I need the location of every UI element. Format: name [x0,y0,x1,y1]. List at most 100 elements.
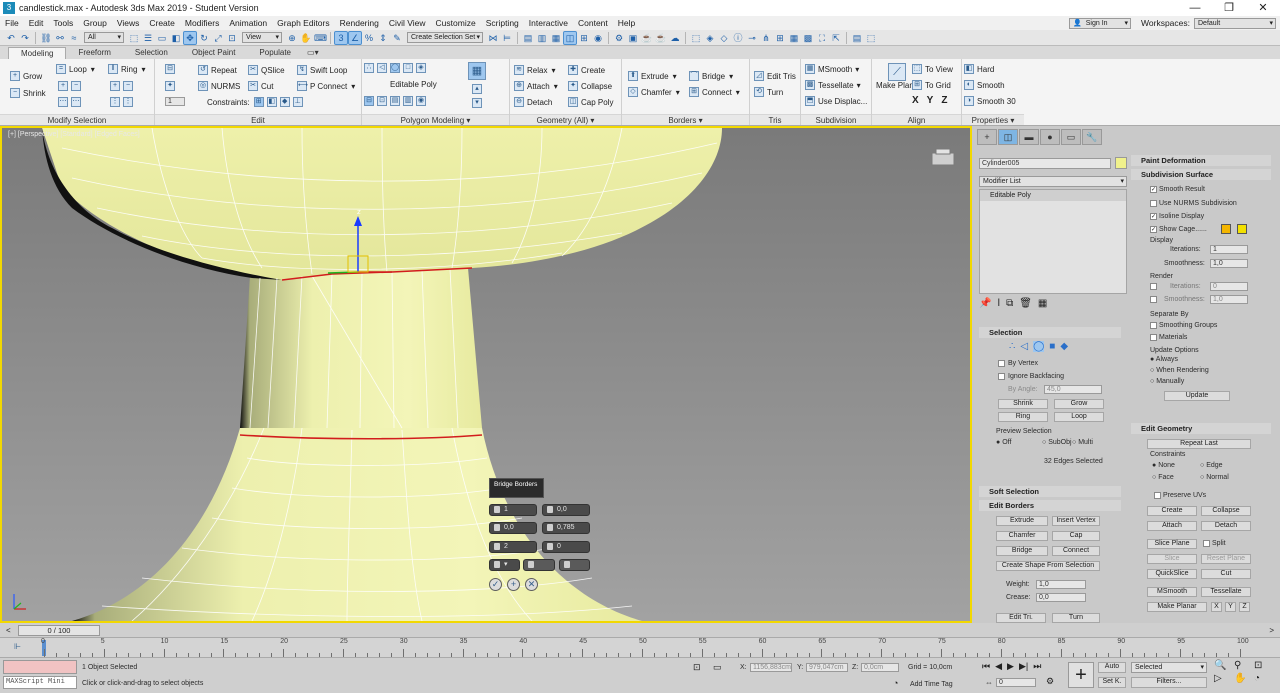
constraint-face-icon[interactable]: ◆ [279,97,290,107]
use-soft-selection-button[interactable]: ▦ [468,62,489,80]
snaps-toggle-icon[interactable]: 3 [334,30,348,45]
planar-z-button[interactable]: Z [941,95,947,106]
loop-dropdown-icon[interactable]: ▾ [91,65,95,74]
make-planar-geometry-button[interactable]: Make Planar [1147,602,1207,612]
cap-button[interactable]: Cap [1052,531,1100,541]
smooth-result-checkbox[interactable]: ✓ [1150,186,1157,193]
select-scale-icon[interactable]: ⤢ [212,32,224,44]
border-mode-icon[interactable]: ◯ [390,63,400,73]
selection-lock-icon[interactable]: ▭ [713,662,722,673]
render-iterations-spinner[interactable]: 0 [1210,282,1248,291]
selection-filter-dropdown[interactable]: All [84,32,124,43]
smooth-spinner[interactable]: 0,785 [542,522,590,534]
relax-button[interactable]: ≋ Relax ▾ [514,65,555,75]
menu-tools[interactable]: Tools [48,18,78,28]
create-geometry-button[interactable]: Create [1147,506,1197,516]
field-of-view-icon[interactable]: ▷ [1214,673,1234,684]
vertex-select-icon[interactable]: ∴ [1009,341,1015,352]
layout-icon[interactable]: ▩ [802,32,814,44]
window-crossing-icon[interactable]: ◧ [170,32,182,44]
constraint-none-icon[interactable]: ⊞ [253,97,264,107]
tweak-button[interactable]: ✦ [165,81,178,91]
stack-up-button[interactable]: ▴ [472,84,485,94]
toggle-scene-explorer-icon[interactable]: ⬚ [690,32,702,44]
time-slider-next[interactable]: > [1269,626,1274,635]
tessellate-dropdown-icon[interactable]: ▾ [857,81,861,90]
time-slider-prev[interactable]: < [6,626,11,635]
set-key-icon[interactable]: + [1068,662,1094,688]
cage-color-swatch-1[interactable] [1221,224,1231,234]
collapse-stack-icon[interactable]: ▥ [403,96,413,106]
placement-icon[interactable]: ⊡ [226,32,238,44]
toggle-icon[interactable]: ⊡ [377,96,387,106]
edit-named-selection-icon[interactable]: ✎ [391,32,403,44]
always-radio[interactable]: ● Always [1150,356,1178,363]
go-to-end-icon[interactable]: ⏭ [1033,661,1041,672]
repeat-last-button[interactable]: Repeat Last [1147,439,1251,449]
make-unique-icon[interactable]: ⧉ [1006,298,1013,309]
pin-stack-icon[interactable]: 📌 [979,298,991,309]
maxscript-mini-input[interactable]: MAXScript Mini [3,676,77,689]
use-nurms-checkbox[interactable] [1150,200,1157,207]
grow-selection-button[interactable]: Grow [1054,399,1104,409]
render-smoothness-spinner[interactable]: 1,0 [1210,295,1248,304]
edit-spinner[interactable]: 1 [165,97,185,106]
render-setup-icon[interactable]: ⚙ [613,32,625,44]
smooth-value[interactable]: 0,785 [557,524,575,531]
hierarchy-icon[interactable]: ⋔ [760,32,772,44]
minimize-button[interactable]: — [1178,0,1212,16]
shrink-selection-button[interactable]: Shrink [998,399,1048,409]
extrude-dropdown-icon[interactable]: ▾ [673,72,677,81]
twist1-value[interactable]: 2 [504,543,508,550]
hierarchy-tab-icon[interactable]: ▬ [1019,129,1039,145]
menu-views[interactable]: Views [112,18,145,28]
constraint-edge-radio[interactable]: ○ Edge [1200,462,1223,469]
pick-edge2-button[interactable] [559,559,590,571]
bridge-dropdown-icon[interactable]: ▾ [729,72,733,81]
planar-x-button[interactable]: X [912,95,919,106]
track-bar[interactable]: ⊩ 0 5 10 15 20 25 30 35 40 45 50 55 60 65 70 75 80 85 90 95… [0,637,1280,658]
utilities-tab-icon[interactable]: 🔧 [1082,129,1102,145]
menu-graph-editors[interactable]: Graph Editors [272,18,334,28]
attach-geometry-button[interactable]: Attach [1147,521,1197,531]
tab-populate[interactable]: Populate [247,47,303,59]
shape-icon[interactable]: ◇ [718,32,730,44]
twist2-value[interactable]: 0 [557,543,561,550]
perspective-viewport[interactable]: z [+] [Perspective] [Standard] [Edged Fa… [0,126,972,623]
p-connect-button[interactable]: ⟷ P Connect ▾ [297,81,355,91]
align-icon[interactable]: ⊨ [501,32,513,44]
isolate-selection-icon[interactable]: ⊡ [693,662,701,673]
modifier-list-dropdown[interactable]: Modifier List [979,176,1127,187]
border-select-icon[interactable]: ◯ [1033,341,1045,352]
detach-geometry-button[interactable]: Detach [1201,521,1251,531]
shrink-ring-icon[interactable]: − [123,81,133,91]
maximize-button[interactable]: ❐ [1212,0,1246,16]
apply-plus-icon[interactable]: + [507,578,520,591]
menu-help[interactable]: Help [613,18,640,28]
stack-item-editable-poly[interactable]: Editable Poly [980,190,1126,201]
extrude-button[interactable]: ⬆ Extrude ▾ [628,71,677,81]
render-smoothness-checkbox[interactable] [1150,296,1157,303]
y-coord-field[interactable]: 979,047cm [806,663,848,672]
previous-frame-icon[interactable]: ◀ [995,661,1002,672]
z-coord-field[interactable]: 0,0cm [861,663,899,672]
create-shape-button[interactable]: Create Shape From Selection [996,561,1100,571]
chamfer-button[interactable]: ◇ Chamfer ▾ [628,87,680,97]
extrude-border-button[interactable]: Extrude [996,516,1048,526]
menu-interactive[interactable]: Interactive [524,18,573,28]
toggle-ribbon-icon[interactable]: ▦ [550,32,562,44]
loop-mode-icon[interactable]: ⋯ [58,97,68,107]
polygon-select-icon[interactable]: ■ [1049,341,1055,352]
edge-mode-icon[interactable]: ◁ [377,63,387,73]
update-button[interactable]: Update [1164,391,1230,401]
menu-edit[interactable]: Edit [24,18,49,28]
repeat-button[interactable]: ↺ Repeat [198,65,237,75]
menu-content[interactable]: Content [573,18,613,28]
planar-y-button[interactable]: Y [927,95,934,106]
create-tab-icon[interactable]: + [977,129,997,145]
manually-radio[interactable]: ○ Manually [1150,378,1184,385]
msmooth-geometry-button[interactable]: MSmooth [1147,587,1197,597]
select-manipulate-icon[interactable]: ✋ [300,32,312,44]
twist1-spinner[interactable]: 2 [489,541,537,553]
grow-button[interactable]: + Grow [10,71,42,81]
